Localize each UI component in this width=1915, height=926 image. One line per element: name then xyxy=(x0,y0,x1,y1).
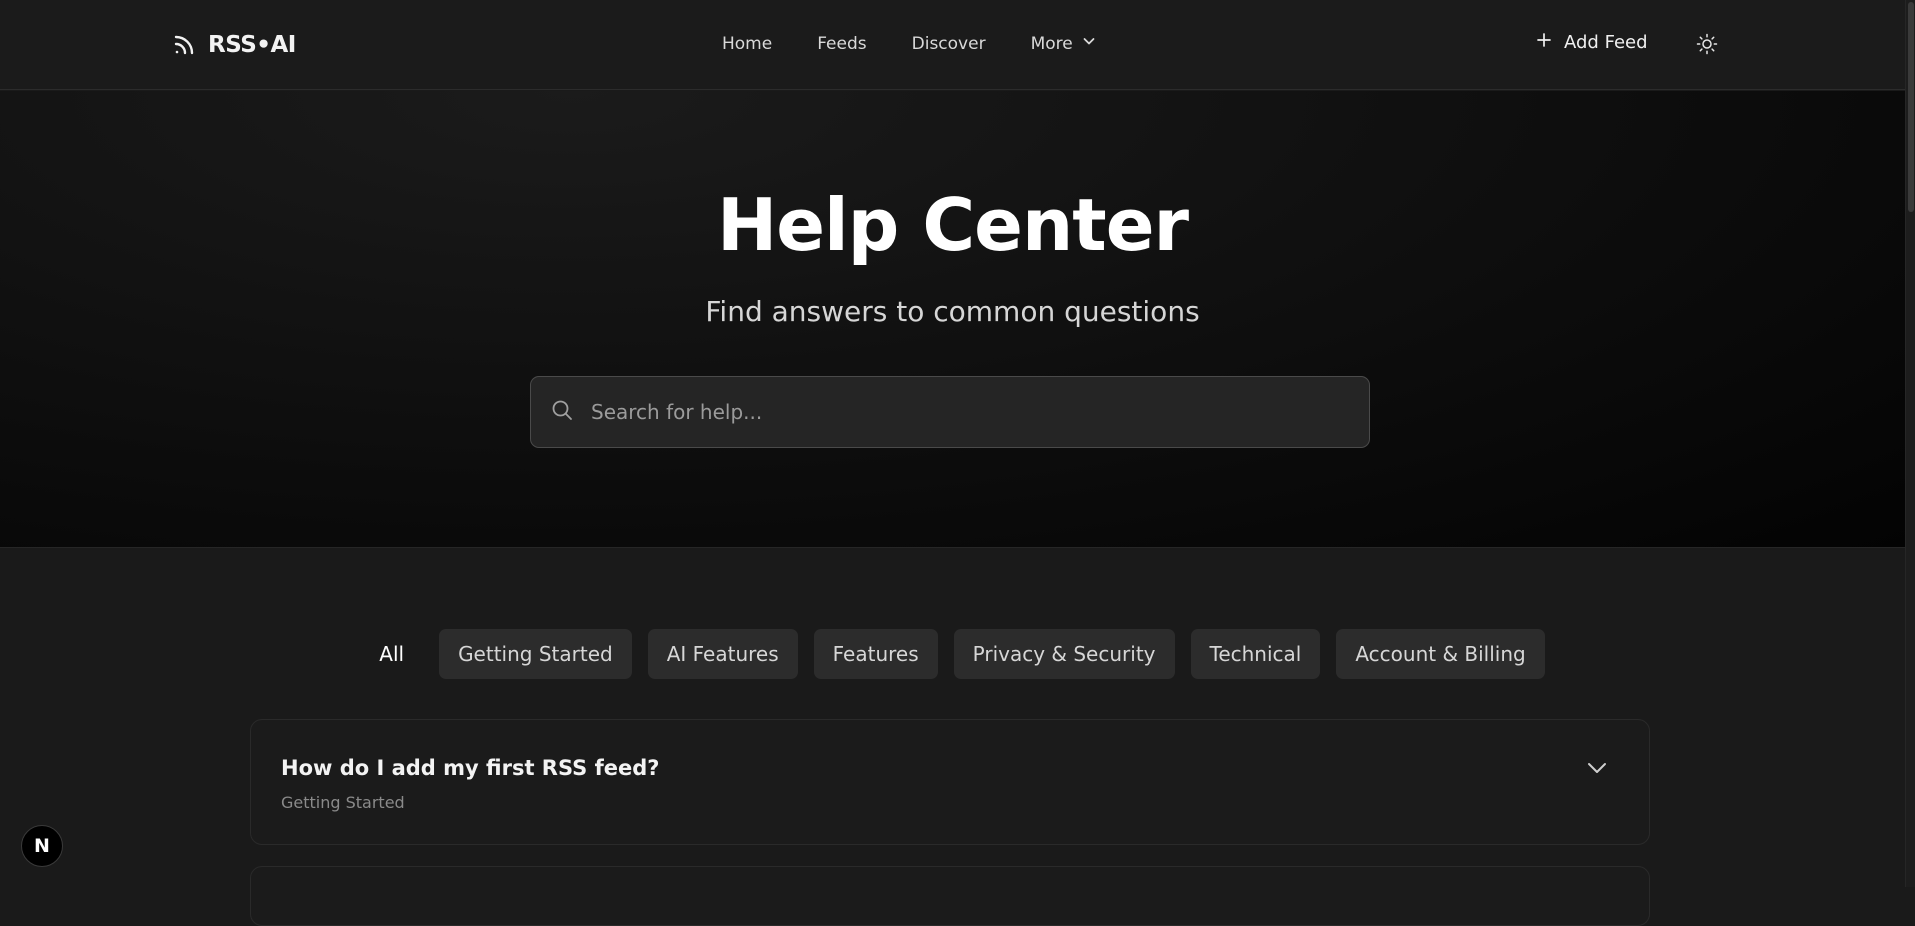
chevron-down-icon xyxy=(1585,756,1609,784)
help-search-box xyxy=(530,376,1370,448)
add-feed-button[interactable]: Add Feed xyxy=(1536,32,1648,53)
faq-category: Getting Started xyxy=(281,793,405,812)
scrollbar-thumb[interactable] xyxy=(1908,2,1914,212)
brand-name: RSS•AI xyxy=(208,32,296,58)
nav-feeds-link[interactable]: Feeds xyxy=(817,34,866,54)
faq-question: How do I add my first RSS feed? xyxy=(281,756,660,780)
filter-all[interactable]: All xyxy=(360,629,423,679)
filter-ai-features[interactable]: AI Features xyxy=(647,629,798,679)
brand-logo-link[interactable]: RSS•AI xyxy=(172,28,296,62)
nav-more-label: More xyxy=(1030,33,1073,54)
top-navigation-bar: RSS•AI Home Feeds Discover More Add Feed xyxy=(0,0,1905,90)
help-center-hero: Help Center Find answers to common quest… xyxy=(0,91,1905,548)
dev-tools-badge[interactable]: N xyxy=(21,825,63,867)
page-title: Help Center xyxy=(716,183,1189,267)
filter-account-billing[interactable]: Account & Billing xyxy=(1336,629,1545,679)
filter-privacy-security[interactable]: Privacy & Security xyxy=(953,629,1175,679)
filter-technical[interactable]: Technical xyxy=(1190,629,1321,679)
nav-home-link[interactable]: Home xyxy=(722,34,772,54)
help-search-input[interactable] xyxy=(589,399,1369,425)
category-filter-bar: All Getting Started AI Features Features… xyxy=(0,629,1905,679)
filter-features[interactable]: Features xyxy=(813,629,938,679)
nav-discover-link[interactable]: Discover xyxy=(912,34,986,54)
dev-badge-letter: N xyxy=(34,835,50,857)
plus-icon xyxy=(1536,32,1552,53)
sun-icon xyxy=(1696,33,1718,59)
faq-item[interactable]: How do I add my first RSS feed? Getting … xyxy=(250,719,1650,845)
theme-toggle-button[interactable] xyxy=(1696,33,1718,55)
chevron-down-icon xyxy=(1081,33,1097,54)
add-feed-label: Add Feed xyxy=(1564,32,1648,53)
main-nav: Home Feeds Discover More xyxy=(722,33,1097,54)
faq-item[interactable] xyxy=(250,866,1650,926)
page-scrollbar[interactable] xyxy=(1905,0,1915,887)
nav-more-dropdown[interactable]: More xyxy=(1031,33,1097,54)
search-icon xyxy=(551,399,573,425)
rss-icon xyxy=(172,33,196,57)
page-subtitle: Find answers to common questions xyxy=(705,295,1200,328)
filter-getting-started[interactable]: Getting Started xyxy=(439,629,632,679)
